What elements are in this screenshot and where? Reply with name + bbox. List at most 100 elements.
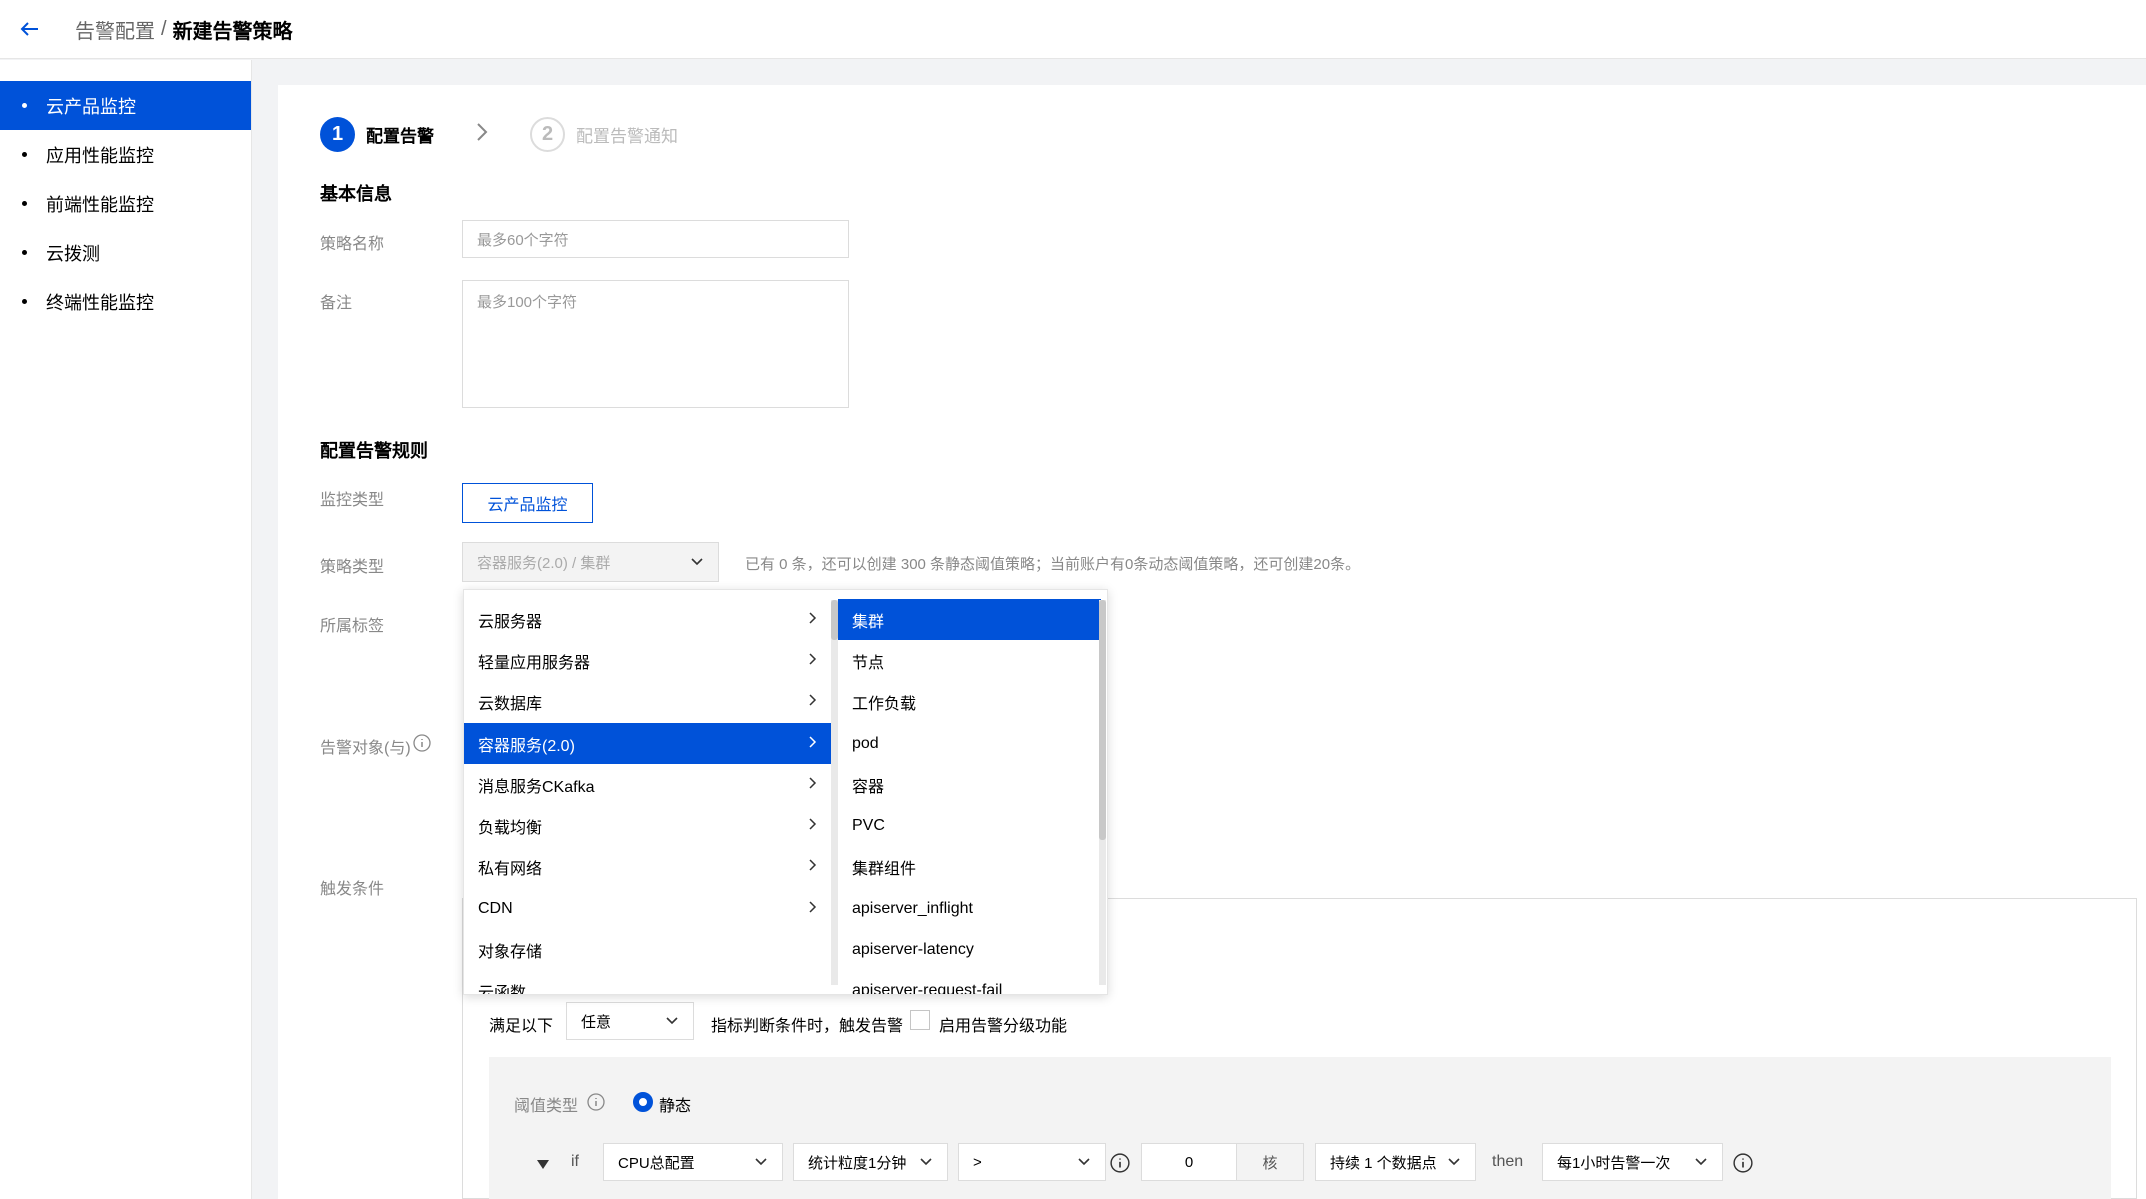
policy-type-select[interactable]: 容器服务(2.0) / 集群 <box>462 542 719 582</box>
if-label: if <box>571 1153 579 1170</box>
frequency-select[interactable]: 每1小时告警一次 <box>1542 1143 1723 1181</box>
cascader-option[interactable]: 负载均衡 <box>464 805 831 846</box>
cascader-option[interactable]: 云数据库 <box>464 682 831 723</box>
operator-value: > <box>973 1153 982 1171</box>
cascader-option[interactable]: 轻量应用服务器 <box>464 640 831 681</box>
cascader-option[interactable]: PVC <box>838 805 1101 846</box>
chevron-down-icon <box>1694 1155 1708 1169</box>
sidebar-item-frontend-monitor[interactable]: 前端性能监控 <box>0 179 251 228</box>
option-label: CDN <box>478 899 513 917</box>
threshold-static-radio[interactable] <box>633 1092 653 1112</box>
satisfy-prefix-text: 满足以下 <box>489 1018 554 1035</box>
policy-type-label: 策略类型 <box>320 559 385 576</box>
granularity-select[interactable]: 统计粒度1分钟 <box>793 1143 948 1181</box>
cascader-option[interactable]: 工作负载 <box>838 682 1101 723</box>
cascader-option[interactable]: 容器 <box>838 764 1101 805</box>
option-label: 集群 <box>852 613 885 631</box>
chevron-down-icon <box>690 555 704 569</box>
chevron-down-icon <box>1447 1155 1461 1169</box>
option-label: apiserver-request-fail <box>852 982 1003 994</box>
trigger-condition-label: 触发条件 <box>320 881 385 898</box>
cascader-option[interactable]: 集群组件 <box>838 847 1101 888</box>
step-2-label: 配置告警通知 <box>576 127 678 146</box>
cascader-option-selected[interactable]: 容器服务(2.0) <box>464 722 831 765</box>
cascader-option[interactable]: 节点 <box>838 640 1101 681</box>
chevron-right-icon <box>809 817 817 835</box>
option-label: 消息服务CKafka <box>478 778 595 796</box>
info-icon[interactable] <box>1733 1153 1753 1173</box>
page-header: 告警配置 / 新建告警策略 <box>0 0 2146 59</box>
page-title: 新建告警策略 <box>172 20 293 43</box>
option-label: pod <box>852 734 879 752</box>
cascader-option[interactable]: CDN <box>464 888 831 929</box>
info-icon[interactable] <box>587 1093 605 1111</box>
sidebar-item-label: 云产品监控 <box>46 96 136 117</box>
breadcrumb-parent[interactable]: 告警配置 <box>75 15 155 44</box>
cascader-option[interactable]: 对象存储 <box>464 929 831 970</box>
scrollbar[interactable] <box>1099 600 1106 985</box>
policy-type-cascader-dropdown: 云服务器 轻量应用服务器 云数据库 容器服务(2.0) 消息服务CKafka 负… <box>463 589 1108 995</box>
basic-info-title: 基本信息 <box>320 184 392 204</box>
enable-levels-checkbox[interactable] <box>910 1010 930 1030</box>
back-arrow-icon[interactable] <box>19 18 41 40</box>
cascader-option-selected[interactable]: 集群 <box>838 599 1101 641</box>
note-textarea[interactable]: 最多100个字符 <box>462 280 849 408</box>
duration-select[interactable]: 持续 1 个数据点 <box>1315 1143 1476 1181</box>
chevron-down-icon <box>919 1155 933 1169</box>
step-1-circle: 1 <box>320 117 355 152</box>
monitor-type-cloud-product-tab[interactable]: 云产品监控 <box>462 483 593 523</box>
frequency-value: 每1小时告警一次 <box>1557 1154 1671 1172</box>
operator-select[interactable]: > <box>958 1143 1106 1181</box>
option-label: 容器 <box>852 778 885 796</box>
policy-type-value: 容器服务(2.0) / 集群 <box>477 554 611 572</box>
then-label: then <box>1492 1153 1524 1170</box>
note-label: 备注 <box>320 295 353 312</box>
scrollbar-thumb[interactable] <box>1099 600 1106 840</box>
chevron-right-icon <box>809 776 817 794</box>
policy-name-input[interactable]: 最多60个字符 <box>462 220 849 258</box>
chevron-right-icon <box>476 122 488 148</box>
cascader-option[interactable]: apiserver-latency <box>838 929 1101 970</box>
option-label: 负载均衡 <box>478 820 543 838</box>
sidebar-item-terminal-monitor[interactable]: 终端性能监控 <box>0 277 251 326</box>
metric-select[interactable]: CPU总配置 <box>603 1143 783 1181</box>
satisfy-mode-select[interactable]: 任意 <box>566 1002 694 1040</box>
chevron-right-icon <box>809 652 817 670</box>
cascader-option[interactable]: 私有网络 <box>464 847 831 888</box>
collapse-triangle-icon[interactable] <box>537 1155 549 1175</box>
option-label: apiserver_inflight <box>852 899 973 917</box>
cascader-option[interactable]: apiserver_inflight <box>838 888 1101 929</box>
cascader-option[interactable]: 云函数 <box>464 971 831 994</box>
cascader-level1-list: 云服务器 轻量应用服务器 云数据库 容器服务(2.0) 消息服务CKafka 负… <box>464 590 831 994</box>
sidebar-item-cloud-dial[interactable]: 云拨测 <box>0 228 251 277</box>
cascader-option[interactable]: 云服务器 <box>464 599 831 640</box>
threshold-value-input[interactable]: 0 <box>1141 1143 1237 1181</box>
cascader-option[interactable]: 消息服务CKafka <box>464 764 831 805</box>
sidebar-item-label: 云拨测 <box>46 243 100 264</box>
step-2-circle: 2 <box>530 117 565 152</box>
threshold-type-label: 阈值类型 <box>514 1098 579 1115</box>
scrollbar-thumb[interactable] <box>831 600 838 640</box>
option-label: 云数据库 <box>478 696 543 714</box>
cascader-option[interactable]: apiserver-request-fail <box>838 971 1101 994</box>
scrollbar[interactable] <box>831 600 838 985</box>
option-label: 工作负载 <box>852 696 917 714</box>
info-icon[interactable] <box>413 734 431 752</box>
info-icon[interactable] <box>1110 1153 1130 1173</box>
threshold-static-label: 静态 <box>659 1098 692 1115</box>
bullet-icon <box>22 152 27 157</box>
sidebar-item-cloud-product-monitor[interactable]: 云产品监控 <box>0 81 251 130</box>
sidebar-item-label: 终端性能监控 <box>46 292 154 313</box>
option-label: 节点 <box>852 654 885 672</box>
cascader-option[interactable]: pod <box>838 723 1101 764</box>
chevron-down-icon <box>665 1014 679 1028</box>
option-label: 容器服务(2.0) <box>478 737 575 755</box>
duration-value: 持续 1 个数据点 <box>1330 1154 1437 1172</box>
sidebar-item-apm[interactable]: 应用性能监控 <box>0 130 251 179</box>
sidebar-item-label: 应用性能监控 <box>46 145 154 166</box>
option-label: 轻量应用服务器 <box>478 654 591 672</box>
chevron-right-icon <box>809 858 817 876</box>
sidebar-item-label: 前端性能监控 <box>46 194 154 215</box>
sidebar: 云产品监控 应用性能监控 前端性能监控 云拨测 终端性能监控 <box>0 60 252 1199</box>
option-label: 对象存储 <box>478 944 543 962</box>
